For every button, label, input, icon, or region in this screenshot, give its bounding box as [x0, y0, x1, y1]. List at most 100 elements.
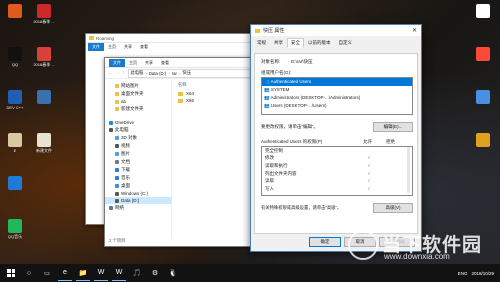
- clock-date[interactable]: 2018/10/29: [471, 271, 494, 276]
- taskbar-app-icon[interactable]: ⚙: [148, 266, 162, 280]
- nav-item[interactable]: 桌面文件夹: [105, 90, 171, 98]
- nav-item-icon: [115, 191, 119, 196]
- tab-general[interactable]: 常规: [253, 38, 270, 48]
- nav-item[interactable]: 视频: [105, 142, 171, 150]
- breadcrumb-item[interactable]: 此电脑: [131, 70, 144, 76]
- forward-arrow-icon[interactable]: →: [115, 70, 120, 76]
- desktop-icon[interactable]: [470, 4, 496, 19]
- tab-sharing[interactable]: 共享: [270, 38, 287, 48]
- permission-name: 列出文件夹内容: [265, 170, 297, 176]
- nav-item[interactable]: OneDrive: [105, 119, 171, 126]
- system-tray: ENG 2018/10/29: [458, 271, 494, 276]
- nav-item-icon: [109, 120, 113, 125]
- group-item[interactable]: 👥 Users (DESKTOP-...\Users): [262, 102, 412, 110]
- nav-item[interactable]: 3D 对象: [105, 134, 171, 142]
- nav-item[interactable]: 文档: [105, 158, 171, 166]
- ribbon-tab-view[interactable]: 查看: [136, 43, 152, 51]
- permission-row: 列出文件夹内容 ✓: [262, 170, 412, 178]
- advanced-hint: 有关特殊权限或高级设置，请单击“高级”。: [261, 205, 342, 210]
- taskbar-app-icon[interactable]: 📁: [76, 266, 90, 281]
- taskbar-app-icon[interactable]: W: [94, 266, 108, 281]
- nav-item[interactable]: 此电脑: [105, 126, 171, 134]
- allow-header: 允许: [363, 139, 372, 144]
- ribbon-tab-share[interactable]: 共享: [120, 43, 136, 51]
- group-item[interactable]: 👥 SYSTEM: [262, 86, 412, 94]
- nav-item[interactable]: 图片: [105, 150, 171, 158]
- dialog-title: 快压 属性: [263, 28, 285, 34]
- desktop-icon[interactable]: 2018春季 ...: [31, 4, 57, 24]
- tab-security[interactable]: 安全: [287, 38, 304, 48]
- taskbar-app-icon[interactable]: 🐧: [166, 266, 180, 280]
- breadcrumb-item[interactable]: rar: [172, 71, 177, 76]
- breadcrumb[interactable]: 此电脑 › Data (D:) › rar › 快压: [127, 68, 270, 78]
- desktop-icon[interactable]: DEV C++: [2, 90, 28, 110]
- ribbon-tab-share[interactable]: 共享: [141, 59, 157, 67]
- tab-customize[interactable]: 自定义: [335, 38, 357, 48]
- search-icon[interactable]: ○: [22, 266, 36, 280]
- tab-previous-versions[interactable]: 以前的版本: [304, 38, 335, 48]
- nav-item[interactable]: 音乐: [105, 174, 171, 182]
- breadcrumb-item[interactable]: 快压: [182, 70, 191, 76]
- ok-button[interactable]: 确定: [309, 237, 341, 247]
- desktop-icon[interactable]: [470, 47, 496, 62]
- ribbon-tab-home[interactable]: 主页: [104, 43, 120, 51]
- dialog-titlebar: 快压 属性 ✕: [251, 25, 421, 36]
- desktop-icon[interactable]: QQ: [2, 47, 28, 67]
- breadcrumb-item[interactable]: Data (D:): [149, 71, 166, 76]
- desktop-icon[interactable]: [2, 176, 28, 191]
- close-icon[interactable]: ✕: [412, 27, 417, 34]
- ribbon-tabs: 文件 主页 共享 查看: [86, 42, 251, 51]
- ribbon-tab-view[interactable]: 查看: [157, 59, 173, 67]
- nav-item[interactable]: Data (D:): [105, 197, 171, 204]
- desktop-icon[interactable]: E: [2, 133, 28, 153]
- task-view-icon[interactable]: ▭: [40, 266, 54, 280]
- ribbon-tab-file[interactable]: 文件: [109, 58, 125, 67]
- nav-item-icon: [115, 151, 119, 156]
- ribbon-tab-file[interactable]: 文件: [88, 42, 104, 51]
- desktop-icon[interactable]: [2, 4, 28, 19]
- desktop-icon[interactable]: QQ音乐: [2, 219, 28, 239]
- tray-language[interactable]: ENG: [458, 271, 468, 276]
- app-icon: [8, 47, 22, 61]
- desktop-icon[interactable]: [470, 90, 496, 105]
- nav-item[interactable]: Windows (C:): [105, 190, 171, 197]
- group-item[interactable]: 👥 Authenticated Users: [262, 78, 412, 86]
- folder-icon: [255, 28, 260, 33]
- nav-item[interactable]: 下载: [105, 166, 171, 174]
- edit-button[interactable]: 编辑(E)...: [373, 122, 413, 132]
- back-arrow-icon[interactable]: ←: [108, 70, 113, 76]
- groups-list[interactable]: 👥 Authenticated Users 👥 SYSTEM 👥 Adminis…: [261, 77, 413, 115]
- app-icon: [476, 133, 490, 147]
- taskbar-app-icon[interactable]: W: [112, 266, 126, 281]
- desktop-icon[interactable]: [31, 90, 57, 105]
- scrollbar[interactable]: [407, 147, 410, 193]
- desktop-icon[interactable]: 新建文件: [31, 133, 57, 153]
- nav-item[interactable]: 网络: [105, 204, 171, 212]
- address-bar-row: ← → ↑ 此电脑 › Data (D:) › rar › 快压: [105, 68, 273, 79]
- explorer-window[interactable]: 文件 主页 共享 查看 ← → ↑ 此电脑 › Data (D:) › rar › 快…: [104, 57, 274, 247]
- permission-row: 读取和执行 ✓: [262, 162, 412, 170]
- desktop-icon[interactable]: 2018春季 ...: [31, 47, 57, 67]
- permission-name: 读取和执行: [265, 162, 288, 168]
- taskbar-app-icon[interactable]: 🎵: [130, 266, 144, 280]
- object-name-label: 对象名称:: [261, 59, 281, 64]
- up-arrow-icon[interactable]: ↑: [122, 70, 125, 76]
- users-icon: 👥: [264, 87, 271, 92]
- advanced-button[interactable]: 高级(V): [373, 203, 413, 213]
- ribbon-tab-home[interactable]: 主页: [125, 59, 141, 67]
- desktop-icon[interactable]: [470, 133, 496, 148]
- nav-item[interactable]: ab: [105, 98, 171, 105]
- nav-item-icon: [115, 135, 119, 140]
- nav-item[interactable]: 桌面: [105, 182, 171, 190]
- permission-name: 修改: [265, 155, 274, 161]
- start-button[interactable]: [4, 266, 18, 280]
- deny-header: 拒绝: [386, 139, 395, 144]
- nav-item[interactable]: 网站图片: [105, 82, 171, 90]
- properties-dialog[interactable]: 快压 属性 ✕ 常规 共享 安全 以前的版本 自定义 对象名称: D:\rar\…: [250, 24, 422, 252]
- nav-item[interactable]: 新建文件夹: [105, 105, 171, 113]
- permission-name: 写入: [265, 185, 274, 191]
- navigation-pane: 网站图片 桌面文件夹 ab 新建文件夹 OneDrive 此电脑 3D 对象 视频 图片 文档 下载…: [105, 79, 172, 237]
- taskbar-app-icon[interactable]: e: [58, 266, 72, 281]
- permission-row: 写入 ✓: [262, 185, 412, 193]
- group-item[interactable]: 👥 Administrators (DESKTOP-...\Administra…: [262, 94, 412, 102]
